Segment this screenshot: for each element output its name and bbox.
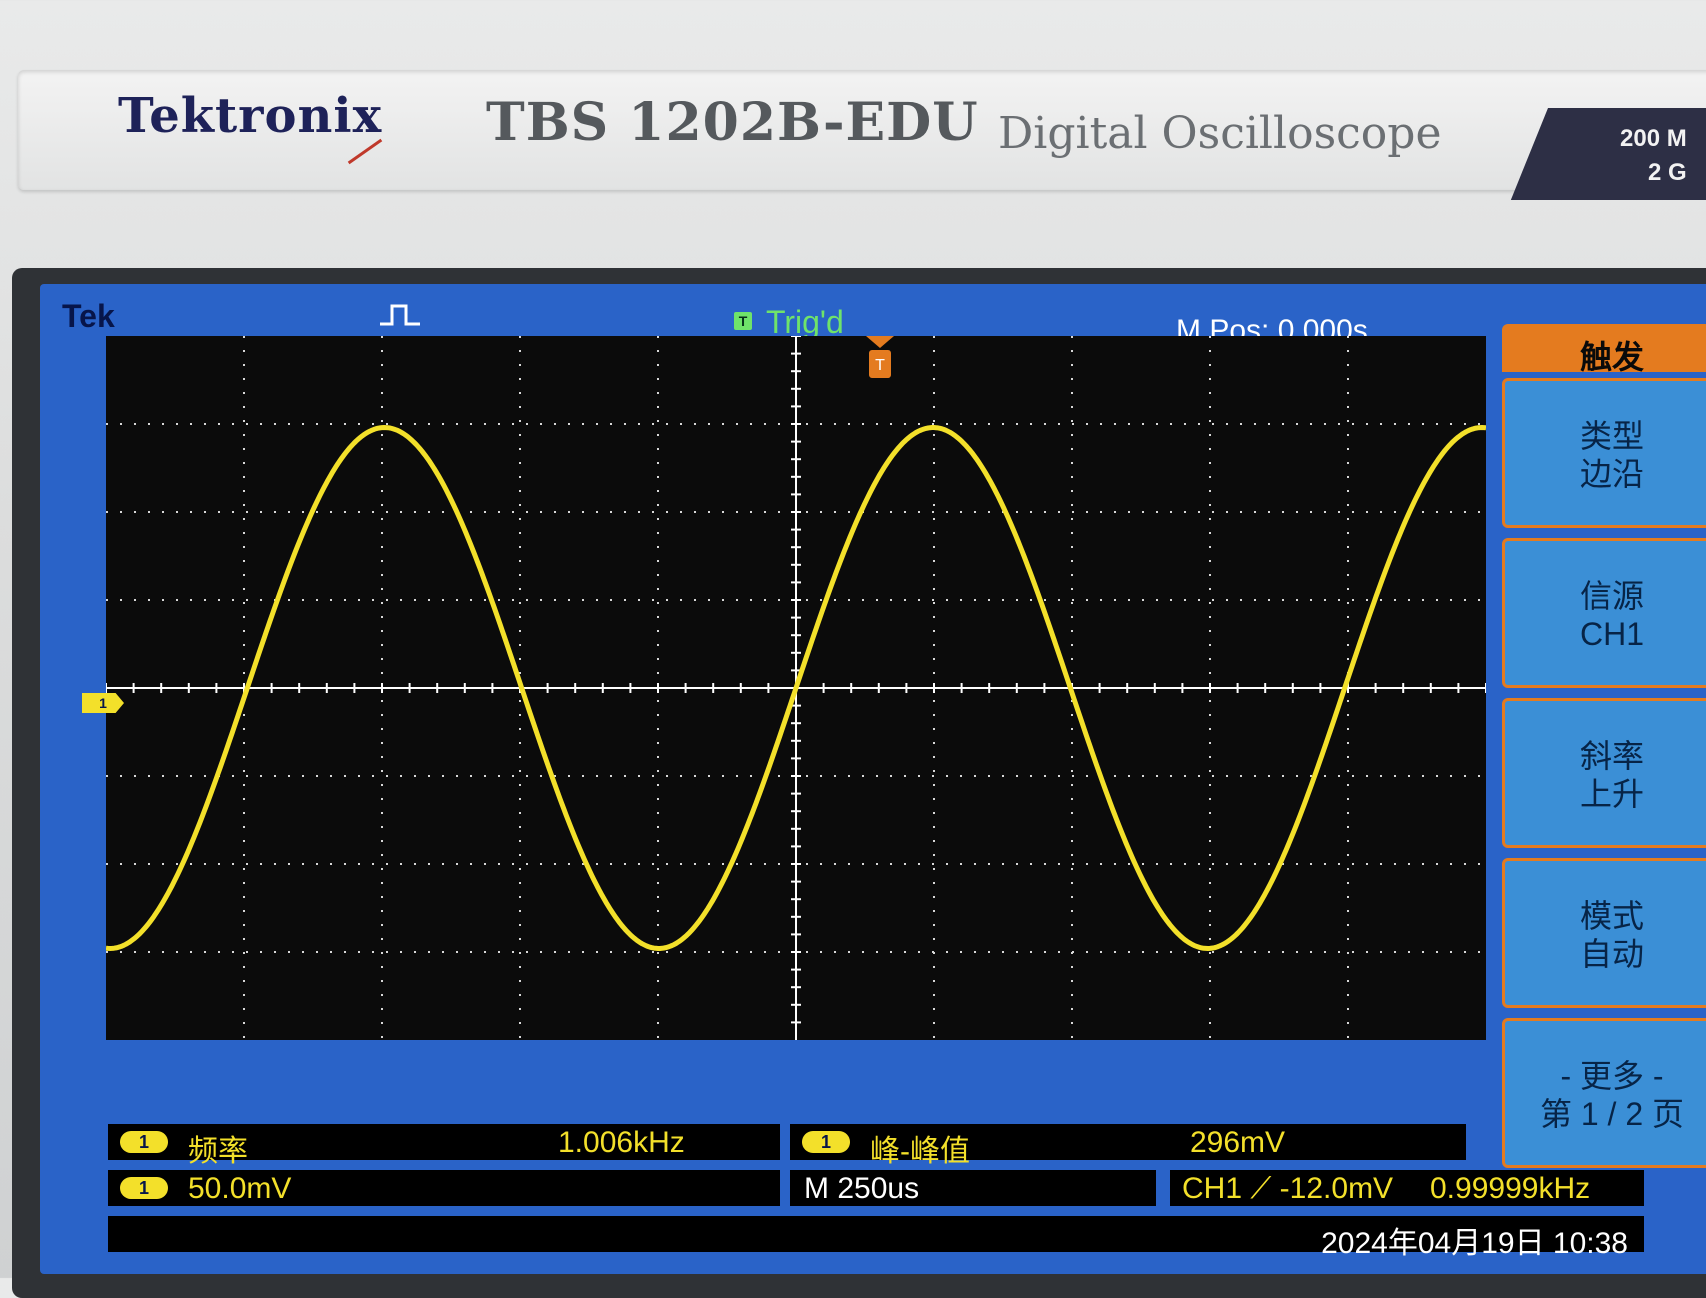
menu-button-mode[interactable]: 模式 自动 (1502, 858, 1706, 1008)
model-name: TBS 1202B-EDU (486, 92, 979, 153)
trigger-info: CH1 ⟋ -12.0mV (1182, 1172, 1394, 1205)
spec-bandwidth: 200 M (1620, 125, 1687, 152)
channel-chip: 1 (802, 1131, 850, 1153)
trigger-side-menu: 触发 类型 边沿 信源 CH1 斜率 上升 模式 自动 - 更多 -第 1 / 2 页 (1502, 324, 1706, 1204)
menu-button-type[interactable]: 类型 边沿 (1502, 378, 1706, 528)
grid (106, 336, 1486, 1040)
acquisition-run-icon (380, 304, 420, 326)
measurement-value: 1.006kHz (558, 1126, 685, 1159)
channel-1-ground-marker[interactable]: 1 (82, 693, 124, 713)
measurement-label: 峰-峰值 (870, 1135, 970, 1168)
ch1-scale: 50.0mV (188, 1172, 292, 1205)
trigger-status-icon: T (734, 312, 752, 330)
datetime: 2024年04月19日 10:38 (1321, 1227, 1628, 1260)
spec-sample-rate: 2 G (1648, 159, 1687, 186)
timebase-readout[interactable]: M 250us (788, 1168, 1158, 1208)
menu-button-more[interactable]: - 更多 -第 1 / 2 页 (1502, 1018, 1706, 1168)
timebase: M 250us (804, 1172, 920, 1205)
channel-chip: 1 (120, 1177, 168, 1199)
datetime-bar: 2024年04月19日 10:38 (106, 1214, 1646, 1260)
graticule (106, 336, 1486, 1040)
product-type: Digital Oscilloscope (998, 108, 1442, 159)
menu-title: 触发 (1502, 324, 1706, 375)
menu-button-slope[interactable]: 斜率 上升 (1502, 698, 1706, 848)
oscilloscope-screen: Tek T Trig'd M Pos: 0.000s 1 T 触发 类型 边沿 信… (40, 284, 1706, 1274)
spec-text: 200 M 2 G (1620, 122, 1687, 190)
channel-chip: 1 (120, 1131, 168, 1153)
trigger-position-marker[interactable]: T (866, 336, 894, 382)
ch1-scale-readout[interactable]: 1 50.0mV (106, 1168, 782, 1208)
tek-label: Tek (62, 298, 115, 334)
trigger-frequency: 0.99999kHz (1430, 1172, 1591, 1205)
measurement-peak-to-peak[interactable]: 1 峰-峰值 296mV (788, 1122, 1468, 1168)
measurement-label: 频率 (188, 1135, 248, 1168)
svg-text:T: T (875, 357, 885, 374)
brand-logo: Tektronix (118, 88, 383, 144)
measurement-frequency[interactable]: 1 频率 1.006kHz (106, 1122, 782, 1168)
menu-button-source[interactable]: 信源 CH1 (1502, 538, 1706, 688)
trigger-readout[interactable]: CH1 ⟋ -12.0mV 0.99999kHz (1168, 1168, 1646, 1208)
measurement-value: 296mV (1190, 1126, 1286, 1159)
